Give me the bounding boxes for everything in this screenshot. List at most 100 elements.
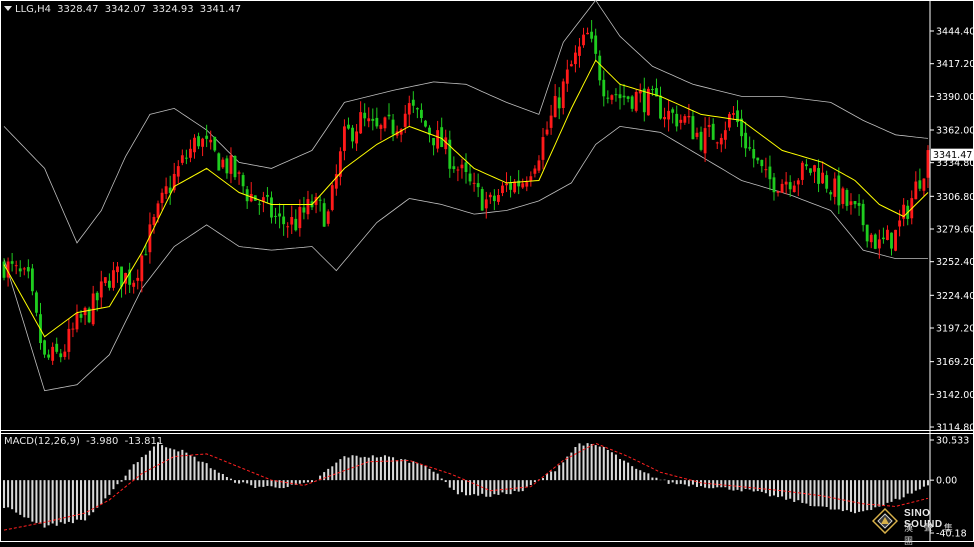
candle-body <box>286 226 290 228</box>
candle-body <box>582 34 585 46</box>
candle-body <box>578 46 581 56</box>
candle-body <box>926 150 930 178</box>
candle-body <box>594 35 598 54</box>
candle-body <box>634 91 638 111</box>
candle-body <box>213 136 217 151</box>
candle-body <box>274 215 277 217</box>
candle-body <box>140 255 144 282</box>
candle-body <box>894 229 897 251</box>
candle-body <box>472 182 476 184</box>
candle-body <box>590 31 594 39</box>
candle-body <box>14 265 18 267</box>
price-tick-label: 3444.40 <box>936 27 974 38</box>
price-tick-label: 3362.00 <box>936 126 974 137</box>
candle-body <box>776 191 780 193</box>
candle-body <box>318 199 322 201</box>
candle-body <box>675 113 679 127</box>
candle-body <box>853 201 857 205</box>
candle-body <box>480 189 484 211</box>
candle-body <box>537 160 541 171</box>
candle-body <box>622 95 626 98</box>
candle-body <box>898 220 902 227</box>
candle-body <box>707 125 711 127</box>
candle-body <box>829 192 833 195</box>
candle-body <box>492 195 496 202</box>
candle-body <box>359 112 363 134</box>
candle-body <box>529 176 533 182</box>
candle-body <box>221 159 225 168</box>
logo-subtitle-text: 漢 聲 集 團 <box>904 524 957 547</box>
candle-body <box>379 125 383 129</box>
candle-body <box>298 207 302 229</box>
candle-body <box>156 203 160 218</box>
candle-body <box>306 199 310 215</box>
price-tick-label: 3390.00 <box>936 92 974 103</box>
candle-body <box>103 277 107 284</box>
candle-body <box>748 147 752 149</box>
candle-body <box>922 178 926 191</box>
candle-body <box>804 164 808 167</box>
candle-body <box>825 175 829 189</box>
candle-body <box>371 118 375 121</box>
candle-body <box>513 181 517 193</box>
candle-body <box>886 229 889 240</box>
candle-body <box>837 175 841 206</box>
candle-body <box>488 194 492 198</box>
candle-body <box>610 95 614 100</box>
candle-body <box>760 159 764 167</box>
candle-body <box>217 153 221 171</box>
candle-body <box>813 165 816 172</box>
candle-body <box>67 328 71 352</box>
candle-body <box>18 268 22 272</box>
candle-body <box>549 115 553 128</box>
candle-body <box>290 217 294 225</box>
chart-header: LLG,H4 3328.47 3342.07 3324.93 3341.47 <box>4 4 244 16</box>
candle-body <box>476 183 480 188</box>
candle-body <box>505 183 508 186</box>
candle-body <box>112 270 115 288</box>
candle-body <box>468 173 472 182</box>
candle-body <box>497 195 500 202</box>
dropdown-triangle-icon[interactable] <box>4 6 12 11</box>
candle-body <box>193 137 196 153</box>
candle-body <box>768 166 772 180</box>
candle-body <box>841 188 845 204</box>
candle-body <box>845 190 849 206</box>
candlestick-series <box>2 20 930 365</box>
bollinger-upper-line <box>3 0 929 244</box>
macd-main-value: -3.980 <box>86 436 119 447</box>
price-tick-label: 3114.80 <box>936 423 974 434</box>
macd-label: MACD(12,26,9) <box>4 436 80 447</box>
candle-body <box>63 351 67 357</box>
candle-body <box>47 354 51 358</box>
price-tick-label: 3142.00 <box>936 390 974 401</box>
candle-body <box>683 116 687 123</box>
candle-body <box>553 96 557 118</box>
candle-body <box>99 281 103 298</box>
candle-body <box>557 97 561 109</box>
candle-body <box>533 168 537 174</box>
candle-body <box>764 169 768 171</box>
high-value: 3342.07 <box>104 4 147 15</box>
candle-body <box>237 172 241 174</box>
candle-body <box>343 126 346 151</box>
candle-body <box>144 254 148 256</box>
candle-body <box>132 282 136 287</box>
candle-body <box>403 113 407 127</box>
close-value: 3341.47 <box>199 4 242 15</box>
candle-body <box>614 94 618 96</box>
candle-body <box>772 177 776 193</box>
candle-body <box>278 213 282 217</box>
candle-body <box>509 182 512 190</box>
candle-body <box>703 128 707 154</box>
candle-body <box>809 168 812 173</box>
candle-body <box>573 52 577 65</box>
candle-body <box>756 157 760 161</box>
candle-body <box>723 130 727 140</box>
candle-body <box>10 261 14 264</box>
candle-body <box>241 175 245 187</box>
price-tick-label: 3197.20 <box>936 324 974 335</box>
candle-body <box>744 132 748 149</box>
candle-body <box>326 211 330 224</box>
candle-body <box>387 114 391 117</box>
